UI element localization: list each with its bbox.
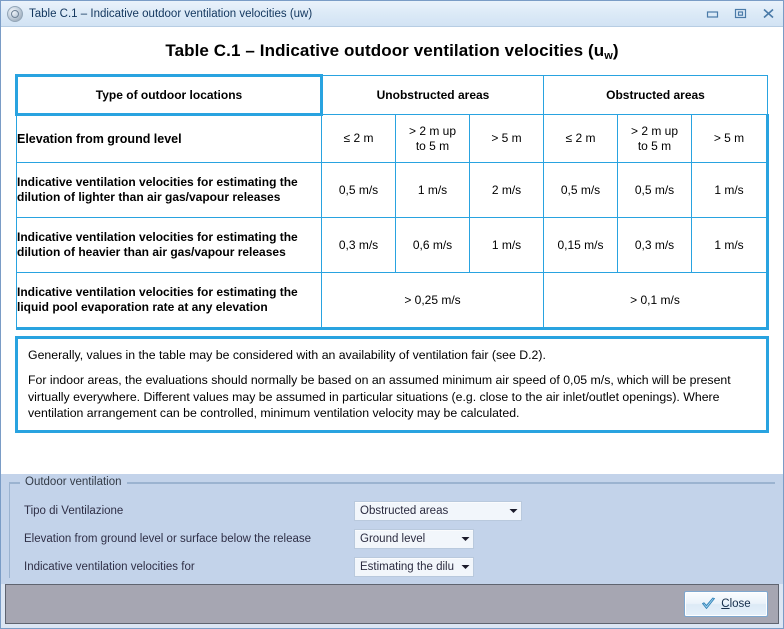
table-header-row: Type of outdoor locations Unobstructed a… [15,74,769,116]
elevation-cell-5: > 5 m [690,114,770,163]
cell-lighter-4: 0,5 m/s [617,162,692,218]
close-button-accel: C [721,598,730,610]
dropdown-elevation[interactable]: Ground level [354,529,474,549]
table-row: Indicative ventilation velocities for es… [16,217,770,273]
groupbox-legend: Outdoor ventilation [20,476,127,488]
row-label-heavier-than-air: Indicative ventilation velocities for es… [16,217,322,273]
cell-lighter-0: 0,5 m/s [321,162,396,218]
minimize-icon[interactable] [699,4,725,24]
globe-icon [7,5,23,22]
row-label-elevation: Elevation from ground level [16,114,322,163]
footer-bar: Close [5,584,779,624]
elevation-cell-4: > 2 m up to 5 m [617,114,692,163]
form-row-tipo-ventilazione: Tipo di Ventilazione Obstructed areas [16,497,769,525]
table-row: Indicative ventilation velocities for es… [16,162,770,218]
form-row-elevation: Elevation from ground level or surface b… [16,525,769,553]
elevation-cell-3: ≤ 2 m [543,114,618,163]
elevation-cell-2: > 5 m [469,114,544,163]
checkmark-icon [701,597,716,611]
dropdown-indicative-velocities-value: Estimating the dilu [360,561,454,573]
cell-heavier-5: 1 m/s [690,217,770,273]
outdoor-ventilation-groupbox: Outdoor ventilation Tipo di Ventilazione… [9,476,775,581]
page-title-main: Table C.1 – Indicative outdoor ventilati… [165,41,605,60]
close-icon[interactable] [755,4,781,24]
page-title-tail: ) [612,41,619,60]
label-tipo-ventilazione: Tipo di Ventilazione [24,505,124,517]
label-indicative-velocities: Indicative ventilation velocities for [24,561,195,573]
chevron-down-icon[interactable] [457,558,473,576]
cell-heavier-1: 0,6 m/s [395,217,470,273]
dropdown-tipo-ventilazione-value: Obstructed areas [360,505,449,517]
elevation-cell-1: > 2 m up to 5 m [395,114,470,163]
elevation-cell-0: ≤ 2 m [321,114,396,163]
cell-heavier-2: 1 m/s [469,217,544,273]
table-row: Indicative ventilation velocities for es… [16,272,770,330]
chevron-down-icon[interactable] [457,530,473,548]
application-window: Table C.1 – Indicative outdoor ventilati… [0,0,784,629]
row-label-liquid-pool: Indicative ventilation velocities for es… [16,272,322,330]
ventilation-velocity-table: Type of outdoor locations Unobstructed a… [15,74,770,330]
table-container: Type of outdoor locations Unobstructed a… [15,74,770,330]
dropdown-indicative-velocities[interactable]: Estimating the dilu [354,557,474,577]
cell-lighter-5: 1 m/s [690,162,770,218]
cell-lighter-1: 1 m/s [395,162,470,218]
note-paragraph-1: Generally, values in the table may be co… [28,348,546,362]
outdoor-ventilation-panel: Outdoor ventilation Tipo di Ventilazione… [1,474,783,584]
restore-icon[interactable] [727,4,753,24]
window-controls [699,4,781,24]
cell-lighter-2: 2 m/s [469,162,544,218]
cell-heavier-3: 0,15 m/s [543,217,618,273]
dropdown-tipo-ventilazione[interactable]: Obstructed areas [354,501,522,521]
table-row-elevation: Elevation from ground level ≤ 2 m > 2 m … [16,114,770,163]
label-elevation-from-ground: Elevation from ground level or surface b… [24,533,312,545]
cell-pool-obstructed: > 0,1 m/s [542,272,770,330]
cell-heavier-4: 0,3 m/s [617,217,692,273]
close-button-label: Close [721,598,750,610]
document-content: Table C.1 – Indicative outdoor ventilati… [1,27,783,474]
header-unobstructed-areas: Unobstructed areas [321,75,544,115]
window-title: Table C.1 – Indicative outdoor ventilati… [29,7,313,20]
page-title: Table C.1 – Indicative outdoor ventilati… [1,27,783,74]
row-label-lighter-than-air: Indicative ventilation velocities for es… [16,162,322,218]
cell-heavier-0: 0,3 m/s [321,217,396,273]
page-title-subscript: w [604,50,613,62]
close-button-rest: lose [729,598,751,610]
notes-box: Generally, values in the table may be co… [15,336,769,434]
chevron-down-icon[interactable] [505,502,521,520]
header-obstructed-areas: Obstructed areas [542,75,769,115]
cell-lighter-3: 0,5 m/s [543,162,618,218]
form-row-indicative-velocities: Indicative ventilation velocities for Es… [16,553,769,581]
close-button[interactable]: Close [684,591,768,617]
dropdown-elevation-value: Ground level [360,533,426,545]
note-paragraph-2: For indoor areas, the evaluations should… [28,373,731,421]
cell-pool-unobstructed: > 0,25 m/s [321,272,544,330]
title-bar: Table C.1 – Indicative outdoor ventilati… [1,1,783,27]
header-type-of-locations: Type of outdoor locations [15,74,323,116]
